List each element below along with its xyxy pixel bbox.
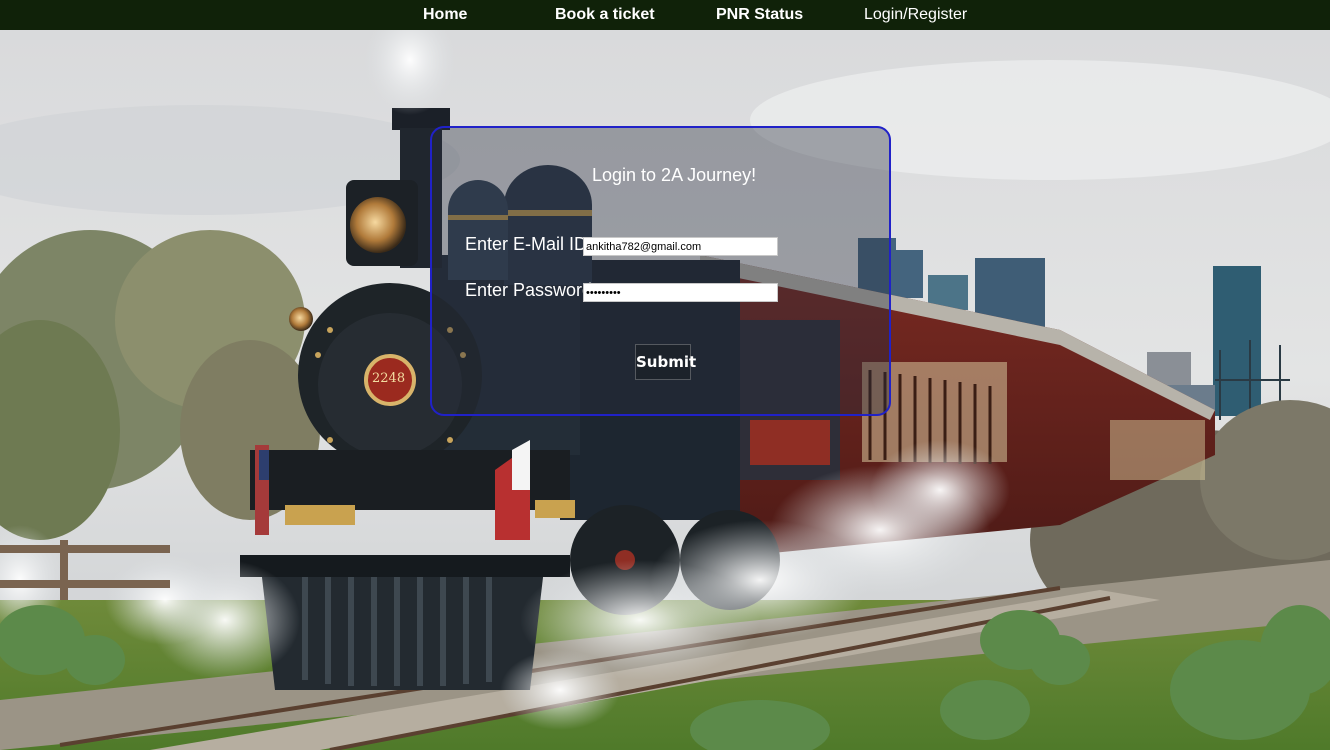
nav-login-register-link[interactable]: Login/Register bbox=[864, 0, 967, 30]
login-form: Login to 2A Journey! Enter E-Mail ID: En… bbox=[430, 126, 891, 416]
locomotive-number: 2248 bbox=[372, 371, 406, 386]
nav-book-ticket-link[interactable]: Book a ticket bbox=[555, 0, 655, 30]
nav-pnr-status-link[interactable]: PNR Status bbox=[716, 0, 803, 30]
email-input[interactable] bbox=[583, 237, 778, 256]
password-label: Enter Password: bbox=[465, 280, 598, 300]
top-navigation-bar: Home Book a ticket PNR Status Login/Regi… bbox=[0, 0, 1330, 30]
nav-home-link[interactable]: Home bbox=[423, 0, 467, 30]
password-input[interactable] bbox=[583, 283, 778, 302]
email-label: Enter E-Mail ID: bbox=[465, 234, 593, 254]
login-title: Login to 2A Journey! bbox=[592, 165, 757, 185]
submit-button[interactable]: Submit bbox=[635, 344, 696, 380]
